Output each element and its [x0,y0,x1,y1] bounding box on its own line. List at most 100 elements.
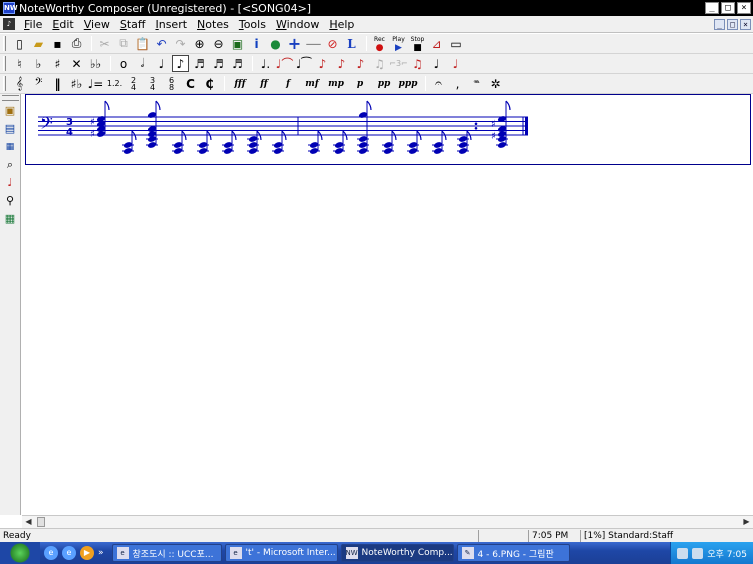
zoom-in-icon[interactable]: ⊕ [191,35,208,52]
menu-tools[interactable]: Tools [234,18,271,31]
slur-note-icon[interactable]: ♩⁀ [295,55,312,72]
staff-notation[interactable]: 𝄢 3 4 ♯♯♯♯ [26,95,750,164]
time-3-4-icon[interactable]: 34 [144,75,161,92]
common-time-icon[interactable]: C [182,75,199,92]
quicklaunch-ie-icon[interactable]: e [44,546,58,560]
pedal-release-icon[interactable]: ✲ [487,75,504,92]
cut-time-icon[interactable]: ₵ [201,75,218,92]
staff-box[interactable]: 𝄢 3 4 ♯ ♯ ♯ ♯ [25,94,751,165]
tie-note-icon[interactable]: ♩⌒ [276,55,294,72]
strip-grip[interactable] [1,95,19,101]
time-2-4-icon[interactable]: 24 [125,75,142,92]
scroll-left-arrow[interactable]: ◀ [22,516,35,528]
document-icon[interactable]: ♪ [3,18,15,30]
book-icon[interactable]: ▤ [2,120,19,137]
info-icon[interactable]: i [248,35,265,52]
close-button[interactable]: × [737,2,751,14]
paste-icon[interactable]: 📋 [134,35,151,52]
toolbar-grip[interactable] [3,76,6,91]
half-note-icon[interactable]: 𝅗𝅥 [134,55,151,72]
sharp-icon[interactable]: ♯ [49,55,66,72]
triplet-icon[interactable]: ⌐3⌐ [389,55,408,72]
treble-clef-icon[interactable]: 𝄞 [11,75,28,92]
menu-edit[interactable]: Edit [47,18,78,31]
open-icon[interactable]: ▰ [30,35,47,52]
horizontal-scrollbar[interactable]: ◀ ▶ [22,515,753,528]
menu-file[interactable]: File [19,18,47,31]
flat-icon[interactable]: ♭ [30,55,47,72]
ending-icon[interactable]: 1.2. [106,75,123,92]
page-preview-icon[interactable]: ⌕ [2,156,19,173]
record-button[interactable]: Rec ● [371,35,388,53]
taskbar-item-ie[interactable]: e 't' - Microsoft Inter... [224,544,338,562]
accent-icon[interactable]: ♪ [333,55,350,72]
new-icon[interactable]: ▯ [11,35,28,52]
redo-icon[interactable]: ↷ [172,35,189,52]
tile-icon[interactable]: ▦ [2,210,19,227]
stem-down-icon[interactable]: ♩ [447,55,464,72]
scroll-right-arrow[interactable]: ▶ [740,516,753,528]
bass-clef-icon[interactable]: 𝄢 [30,75,47,92]
no-entry-icon[interactable]: ⊘ [324,35,341,52]
dynamic-ff[interactable]: ff [253,75,275,92]
cut-icon[interactable]: ✂ [96,35,113,52]
note-color-icon[interactable]: ♩ [2,174,19,191]
quicklaunch-ie2-icon[interactable]: e [62,546,76,560]
taskbar-item-ucc[interactable]: e 창조도시 :: UCC포... [111,544,222,562]
mixer-icon[interactable]: ⊿ [428,35,445,52]
fermata-icon[interactable]: 𝄐 [430,75,447,92]
sixty-fourth-note-icon[interactable]: ♬ [229,55,246,72]
double-sharp-icon[interactable]: ✕ [68,55,85,72]
breath-mark-icon[interactable]: , [449,75,466,92]
menu-view[interactable]: View [79,18,115,31]
L-icon[interactable]: L [343,35,360,52]
dynamic-pp[interactable]: pp [373,75,395,92]
tempo-icon[interactable]: ♩= [87,75,104,92]
sixteenth-note-icon[interactable]: ♬ [191,55,208,72]
key-signature-icon[interactable]: ♯♭ [68,75,85,92]
save-icon[interactable]: ▪ [49,35,66,52]
barline-icon[interactable]: ‖ [49,75,66,92]
grace-note-icon[interactable]: ♫ [371,55,388,72]
staccato-icon[interactable]: ♪ [314,55,331,72]
copy-icon[interactable]: ⧉ [115,35,132,52]
zoom-out-icon[interactable]: ⊖ [210,35,227,52]
scroll-thumb[interactable] [37,517,45,527]
doc-restore-button[interactable]: □ [727,18,738,30]
undo-icon[interactable]: ↶ [153,35,170,52]
whole-note-icon[interactable]: o [115,55,132,72]
pedal-icon[interactable]: 𝆮 [468,75,485,92]
dynamic-fff[interactable]: fff [229,75,251,92]
staff-properties-icon[interactable]: ▣ [2,102,19,119]
volume-icon[interactable] [692,547,704,559]
maximize-button[interactable]: □ [721,2,735,14]
play-button[interactable]: Play ▶ [390,35,407,53]
search-icon[interactable]: ⚲ [2,192,19,209]
keyboard-icon[interactable]: ▭ [447,35,465,52]
dynamic-ppp[interactable]: ppp [397,75,419,92]
natural-icon[interactable]: ♮ [11,55,28,72]
audit-icon[interactable]: ▣ [229,35,246,52]
dynamic-f[interactable]: f [277,75,299,92]
lyrics-icon[interactable]: ▦ [2,138,19,155]
score-area[interactable]: 𝄢 3 4 ♯ ♯ ♯ ♯ [22,94,753,515]
stem-up-icon[interactable]: ♩ [428,55,445,72]
plus-icon[interactable]: + [286,34,303,53]
toolbar-grip[interactable] [3,56,6,71]
menu-insert[interactable]: Insert [150,18,192,31]
quicklaunch-more-icon[interactable]: » [98,548,104,558]
thirty-second-note-icon[interactable]: ♬ [210,55,227,72]
minus-icon[interactable]: — [305,34,322,53]
eighth-note-icon[interactable]: ♪ [172,55,189,72]
globe-icon[interactable]: ● [267,35,284,52]
dynamic-p[interactable]: p [349,75,371,92]
menu-staff[interactable]: Staff [115,18,151,31]
taskbar-item-noteworthy[interactable]: NW NoteWorthy Comp... [340,544,454,562]
dynamic-mf[interactable]: mf [301,75,323,92]
network-icon[interactable] [677,547,689,559]
quarter-note-icon[interactable]: ♩ [153,55,170,72]
tenuto-icon[interactable]: ♪ [352,55,369,72]
beam-icon[interactable]: ♫ [409,55,426,72]
menu-notes[interactable]: Notes [192,18,234,31]
dynamic-mp[interactable]: mp [325,75,347,92]
